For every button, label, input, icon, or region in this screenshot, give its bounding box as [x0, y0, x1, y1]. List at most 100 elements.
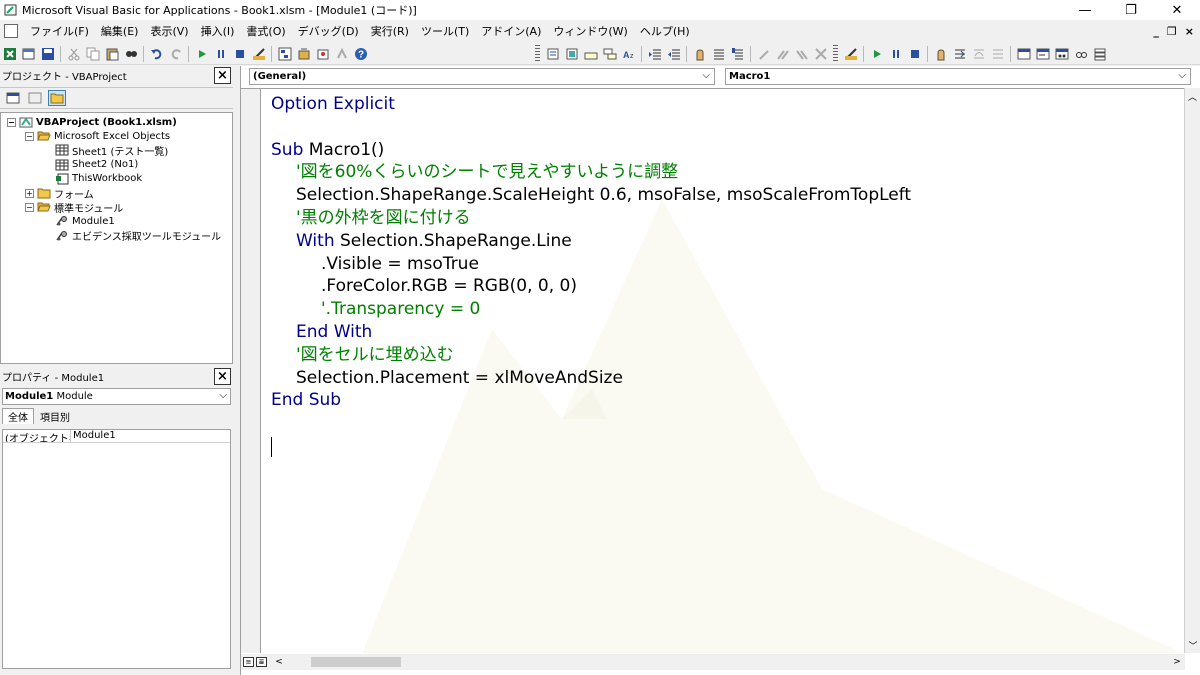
tree-item[interactable]: エビデンス採取ツールモジュール: [1, 229, 232, 243]
outdent-icon[interactable]: [665, 46, 682, 62]
menu-item-10[interactable]: ヘルプ(H): [634, 23, 696, 39]
collapse-icon[interactable]: −: [25, 202, 34, 212]
break-icon[interactable]: [212, 46, 229, 62]
procedure-view-icon[interactable]: ≡: [243, 657, 254, 667]
redo-icon[interactable]: [167, 46, 184, 62]
restore-button[interactable]: ❐: [1108, 0, 1154, 20]
tree-item[interactable]: − VBAProject (Book1.xlsm): [1, 115, 232, 129]
code-line[interactable]: End Sub: [271, 389, 911, 412]
menu-item-5[interactable]: デバッグ(D): [292, 23, 365, 39]
toolbox-icon[interactable]: [333, 46, 350, 62]
code-line[interactable]: .Visible = msoTrue: [271, 253, 911, 276]
immediate-window-icon[interactable]: [1034, 46, 1051, 62]
mdi-close-button[interactable]: ×: [1185, 25, 1194, 38]
code-line[interactable]: '黒の外枠を図に付ける: [271, 207, 911, 230]
parameter-info-icon[interactable]: [601, 46, 618, 62]
clear-bookmarks-icon[interactable]: [812, 46, 829, 62]
view-code-icon[interactable]: [4, 90, 22, 106]
next-bookmark-icon[interactable]: [774, 46, 791, 62]
code-line[interactable]: '.Transparency = 0: [271, 298, 911, 321]
code-line[interactable]: Selection.Placement = xlMoveAndSize: [271, 367, 911, 390]
code-line[interactable]: .ForeColor.RGB = RGB(0, 0, 0): [271, 275, 911, 298]
indent-icon[interactable]: [646, 46, 663, 62]
property-value[interactable]: Module1: [71, 430, 116, 442]
copy-icon[interactable]: [84, 46, 101, 62]
code-editor[interactable]: Option Explicit Sub Macro1() '図を60%くらいのシート…: [241, 88, 1185, 653]
uncomment-block-icon[interactable]: [729, 46, 746, 62]
run-2-icon[interactable]: [868, 46, 885, 62]
menu-item-8[interactable]: アドイン(A): [475, 23, 547, 39]
list-properties-icon[interactable]: [544, 46, 561, 62]
code-line[interactable]: With Selection.ShapeRange.Line: [271, 230, 911, 253]
design-mode-2-icon[interactable]: [842, 46, 859, 62]
design-mode-icon[interactable]: [250, 46, 267, 62]
scroll-down-icon[interactable]: ﹀: [1185, 637, 1200, 653]
menu-item-7[interactable]: ツール(T): [415, 23, 475, 39]
project-explorer-icon[interactable]: [276, 46, 293, 62]
mdi-minimize-button[interactable]: _: [1153, 25, 1159, 38]
vertical-scrollbar[interactable]: ︿ ﹀: [1184, 88, 1200, 653]
minimize-button[interactable]: —: [1062, 0, 1108, 20]
view-excel-icon[interactable]: [1, 46, 18, 62]
menu-item-2[interactable]: 表示(V): [144, 23, 194, 39]
chevron-down-icon[interactable]: ⌵: [1178, 70, 1186, 81]
tree-item[interactable]: Module1: [1, 214, 232, 228]
code-line[interactable]: Option Explicit: [271, 93, 911, 116]
project-explorer-close-button[interactable]: ×: [214, 67, 231, 84]
object-browser-icon[interactable]: [314, 46, 331, 62]
panel-splitter[interactable]: [233, 66, 238, 675]
breakpoint-hand-icon[interactable]: [932, 46, 949, 62]
menu-item-0[interactable]: ファイル(F): [24, 23, 95, 39]
object-combo[interactable]: (General) ⌵: [249, 68, 715, 85]
locals-window-icon[interactable]: [1015, 46, 1032, 62]
object-select[interactable]: Module1 Module ⌵: [2, 388, 231, 405]
tree-item[interactable]: Sheet2 (No1): [1, 158, 232, 172]
toggle-bookmark-icon[interactable]: [755, 46, 772, 62]
step-over-icon[interactable]: [970, 46, 987, 62]
reset-icon[interactable]: [231, 46, 248, 62]
list-constants-icon[interactable]: [563, 46, 580, 62]
code-text[interactable]: Option Explicit Sub Macro1() '図を60%くらいのシート…: [271, 93, 911, 412]
tree-item[interactable]: ThisWorkbook: [1, 172, 232, 186]
scroll-up-icon[interactable]: ︿: [1185, 88, 1200, 104]
scroll-left-icon[interactable]: <: [271, 657, 287, 667]
expand-icon[interactable]: +: [25, 188, 34, 198]
tree-item[interactable]: − Microsoft Excel Objects: [1, 129, 232, 143]
document-icon[interactable]: [4, 24, 18, 38]
close-button[interactable]: ✕: [1154, 0, 1200, 20]
scroll-right-icon[interactable]: >: [1169, 657, 1185, 667]
menu-item-6[interactable]: 実行(R): [365, 23, 415, 39]
toggle-folders-icon[interactable]: [48, 90, 66, 106]
menu-item-9[interactable]: ウィンドウ(W): [547, 23, 633, 39]
menu-item-1[interactable]: 編集(E): [95, 23, 145, 39]
find-icon[interactable]: [122, 46, 139, 62]
properties-window-icon[interactable]: [295, 46, 312, 62]
help-icon[interactable]: ?: [352, 46, 369, 62]
paste-icon[interactable]: [103, 46, 120, 62]
code-line[interactable]: End With: [271, 321, 911, 344]
insert-userform-icon[interactable]: [20, 46, 37, 62]
reset-2-icon[interactable]: [906, 46, 923, 62]
save-icon[interactable]: [39, 46, 56, 62]
menu-item-3[interactable]: 挿入(I): [195, 23, 241, 39]
chevron-down-icon[interactable]: ⌵: [219, 390, 227, 401]
full-module-view-icon[interactable]: ≣: [256, 657, 267, 667]
margin-indicator-bar[interactable]: [241, 89, 261, 653]
undo-icon[interactable]: [148, 46, 165, 62]
tree-item[interactable]: + フォーム: [1, 186, 232, 201]
code-line[interactable]: [271, 116, 911, 139]
scroll-thumb[interactable]: [311, 657, 401, 667]
tab-all[interactable]: 全体: [2, 408, 34, 424]
tree-item[interactable]: − 標準モジュール: [1, 200, 232, 215]
watch-window-icon[interactable]: [1053, 46, 1070, 62]
code-line[interactable]: '図をセルに埋め込む: [271, 344, 911, 367]
comment-block-icon[interactable]: [710, 46, 727, 62]
previous-bookmark-icon[interactable]: [793, 46, 810, 62]
mdi-restore-button[interactable]: ❐: [1167, 25, 1177, 38]
quick-info-icon[interactable]: [582, 46, 599, 62]
quick-watch-icon[interactable]: [1072, 46, 1089, 62]
call-stack-icon[interactable]: [1091, 46, 1108, 62]
complete-word-icon[interactable]: Az: [620, 46, 637, 62]
step-out-icon[interactable]: [989, 46, 1006, 62]
collapse-icon[interactable]: −: [25, 131, 34, 141]
